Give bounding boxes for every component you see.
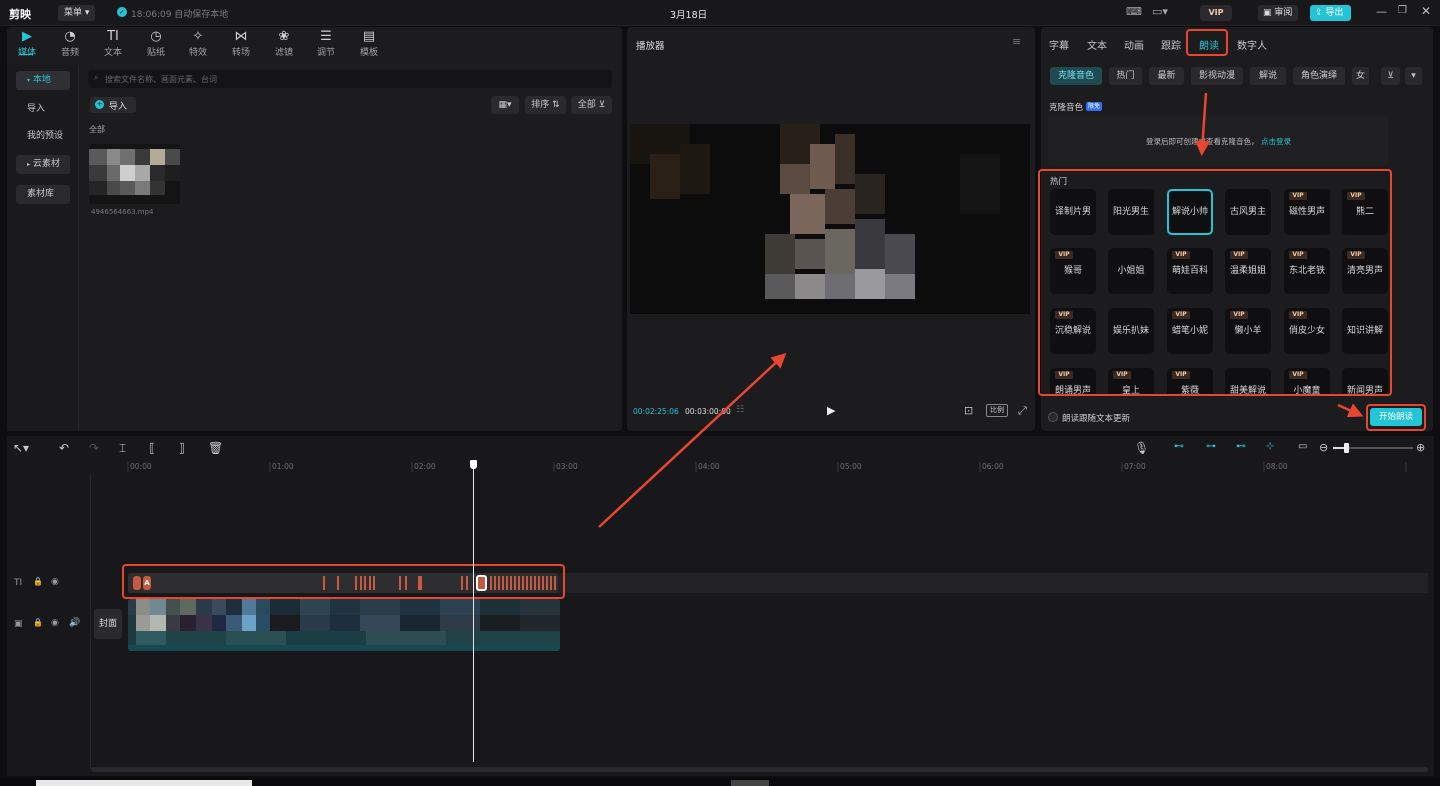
arrow-to-start xyxy=(1337,403,1364,418)
arrow-tab-to-voices xyxy=(1195,92,1211,156)
annotation-arrows xyxy=(598,92,1364,528)
arrow-track-to-preview xyxy=(598,352,787,528)
